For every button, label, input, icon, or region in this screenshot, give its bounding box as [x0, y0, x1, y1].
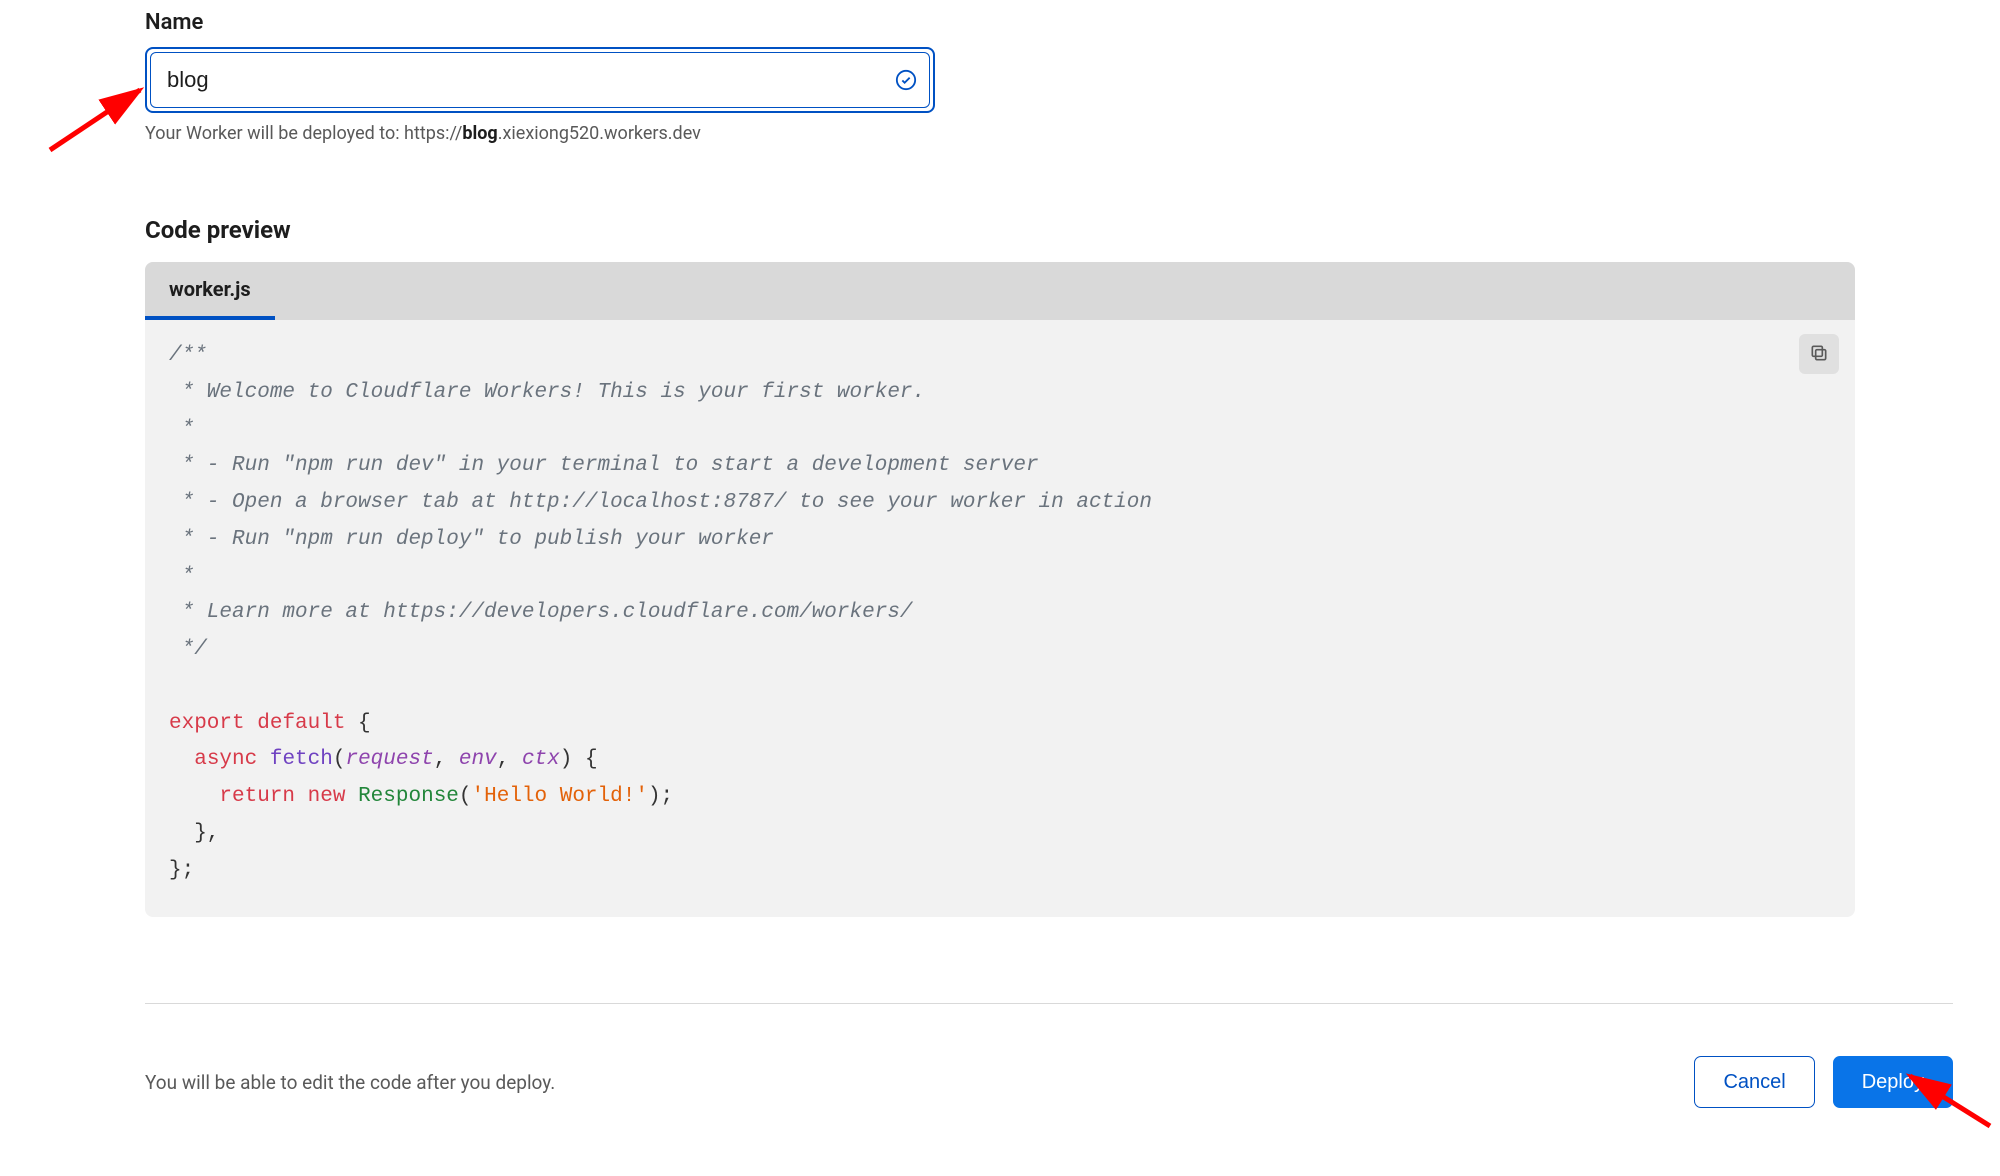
copy-code-button[interactable]: [1799, 334, 1839, 374]
footer-bar: You will be able to edit the code after …: [145, 1003, 1953, 1108]
worker-name-input[interactable]: [150, 52, 930, 108]
checkmark-circle-icon: [895, 69, 917, 91]
footer-actions: Cancel Deploy: [1694, 1056, 1953, 1108]
cancel-button[interactable]: Cancel: [1694, 1056, 1814, 1108]
copy-icon: [1809, 343, 1829, 366]
code-tabs-bar: worker.js: [145, 262, 1855, 320]
name-field-label: Name: [145, 10, 1855, 35]
code-preview-panel: worker.js /** * Welcome to Cloudflare Wo…: [145, 262, 1855, 917]
name-field-group: Name Your Worker will be deployed to: ht…: [145, 10, 1855, 144]
name-input-wrapper: [145, 47, 935, 113]
deploy-url-helper: Your Worker will be deployed to: https:/…: [145, 123, 1855, 144]
footer-divider: [145, 1003, 1953, 1004]
name-input-focus-ring: [145, 47, 935, 113]
tab-worker-js[interactable]: worker.js: [145, 262, 275, 320]
deploy-button[interactable]: Deploy: [1833, 1056, 1953, 1108]
code-editor-content: /** * Welcome to Cloudflare Workers! Thi…: [145, 320, 1855, 917]
code-preview-heading: Code preview: [145, 216, 1855, 244]
footer-note: You will be able to edit the code after …: [145, 1071, 555, 1094]
